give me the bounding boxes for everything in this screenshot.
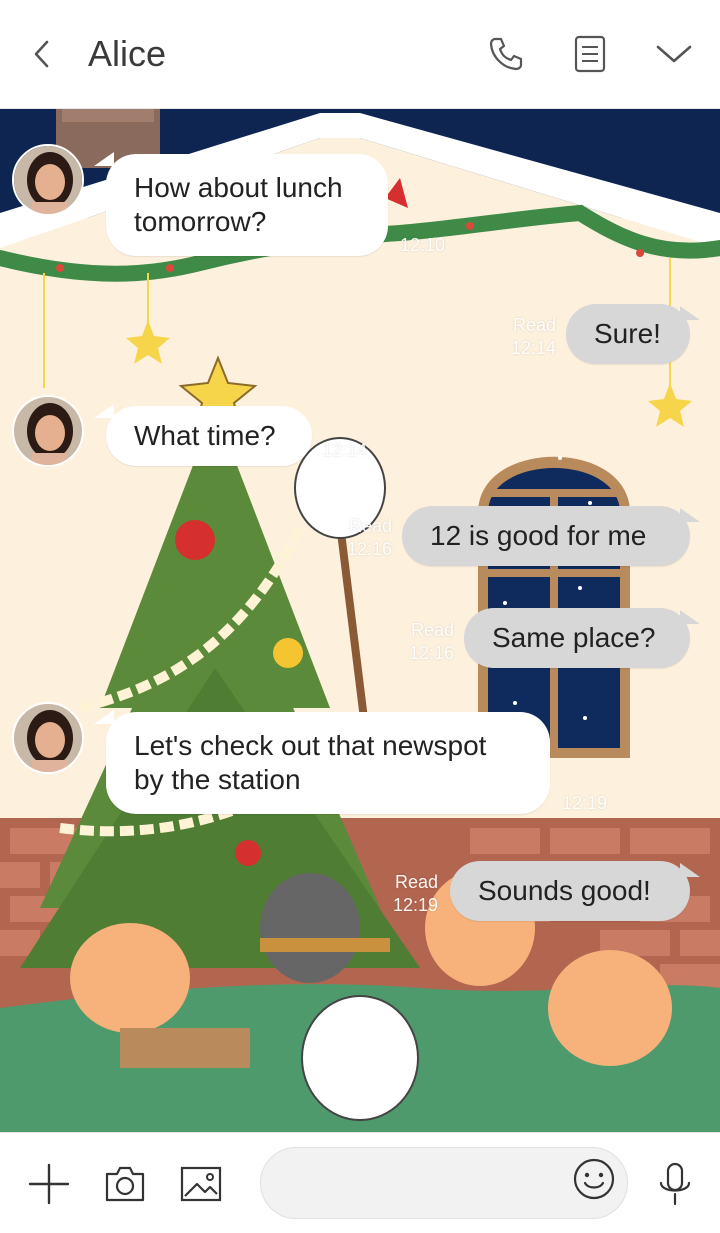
message-line: Sure!: [594, 318, 661, 349]
voice-button[interactable]: [650, 1159, 700, 1209]
message-time: 12:19: [392, 895, 438, 915]
plus-icon: [28, 1163, 70, 1205]
message-line: 12 is good for me: [430, 520, 647, 551]
message-line: Sounds good!: [478, 875, 651, 906]
notes-button[interactable]: [566, 30, 614, 78]
message-time: 12:14: [510, 338, 556, 358]
message-time: 12:16: [408, 643, 454, 663]
incoming-bubble[interactable]: How about lunch tomorrow?: [106, 154, 388, 256]
plus-button[interactable]: [24, 1159, 74, 1209]
avatar[interactable]: [12, 395, 84, 467]
gallery-button[interactable]: [176, 1159, 226, 1209]
note-icon: [574, 35, 606, 73]
phone-icon: [489, 37, 523, 71]
avatar[interactable]: [12, 144, 84, 216]
message-line: by the station: [134, 764, 301, 795]
bubble-tail: [94, 152, 114, 166]
chat-title: Alice: [88, 33, 167, 74]
smiley-icon: [573, 1158, 615, 1200]
bubble-tail: [680, 610, 700, 624]
outgoing-bubble[interactable]: Sounds good!: [450, 861, 690, 921]
outgoing-bubble[interactable]: 12 is good for me: [402, 506, 690, 566]
message-line: What time?: [134, 420, 276, 451]
camera-button[interactable]: [100, 1159, 150, 1209]
outgoing-bubble[interactable]: Same place?: [464, 608, 690, 668]
camera-icon: [105, 1166, 145, 1202]
message-line: Same place?: [492, 622, 656, 653]
emoji-button[interactable]: [570, 1155, 618, 1203]
chevron-left-icon: [34, 40, 49, 68]
microphone-icon: [659, 1162, 691, 1206]
call-button[interactable]: [482, 30, 530, 78]
message-read-status: Read: [512, 315, 556, 335]
incoming-bubble[interactable]: What time?: [106, 406, 312, 466]
image-icon: [180, 1166, 222, 1202]
bubble-tail: [94, 710, 114, 724]
message-line: Let's check out that newspot: [134, 730, 487, 761]
bubble-tail: [680, 306, 700, 320]
message-read-status: Read: [410, 620, 454, 640]
chat-area[interactable]: How about lunch tomorrow? 12:10 Read 12:…: [0, 108, 720, 1132]
avatar[interactable]: [12, 702, 84, 774]
outgoing-bubble[interactable]: Sure!: [566, 304, 690, 364]
message-input-bar: [0, 1132, 720, 1233]
bubble-tail: [94, 404, 114, 418]
incoming-bubble[interactable]: Let's check out that newspot by the stat…: [106, 712, 550, 814]
bubble-tail: [680, 863, 700, 877]
chevron-down-icon: [656, 45, 692, 63]
message-time: 12:10: [400, 235, 446, 255]
message-read-status: Read: [394, 872, 438, 892]
message-time: 12:19: [562, 793, 608, 813]
chat-header: Alice: [0, 0, 720, 109]
message-line: How about lunch: [134, 172, 343, 203]
menu-button[interactable]: [650, 30, 698, 78]
message-line: tomorrow?: [134, 206, 267, 237]
bubble-tail: [680, 508, 700, 522]
message-time: 12:14: [322, 440, 368, 460]
message-time: 12:16: [346, 539, 392, 559]
message-read-status: Read: [348, 516, 392, 536]
back-button[interactable]: [22, 30, 62, 78]
